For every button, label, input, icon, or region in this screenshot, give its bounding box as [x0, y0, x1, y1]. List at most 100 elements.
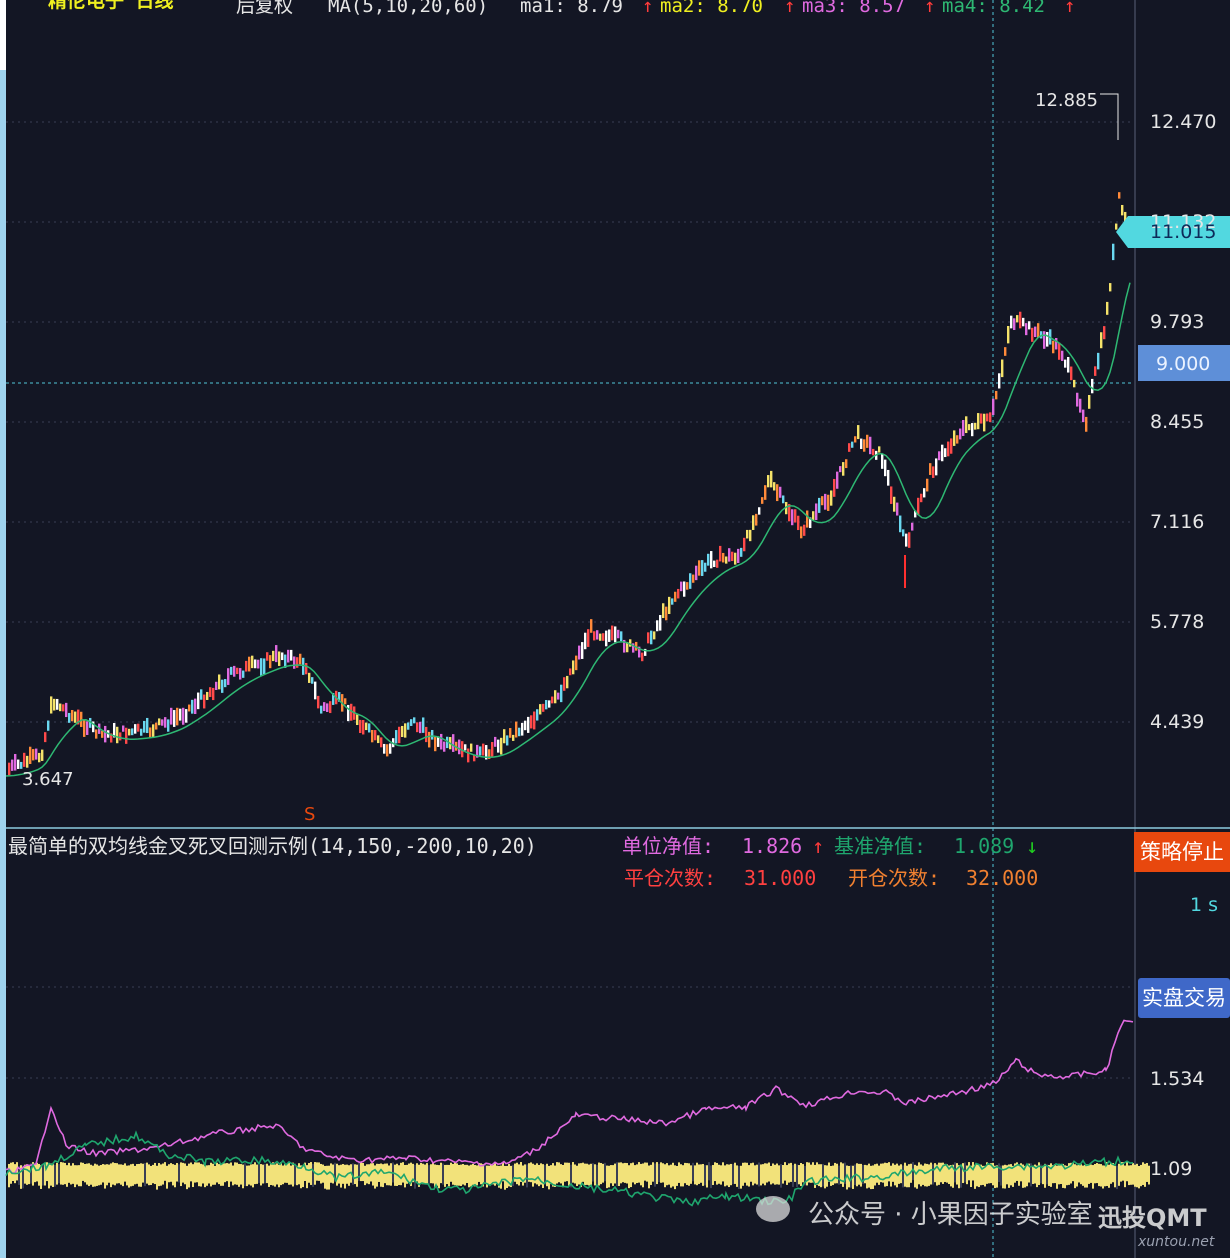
arrow-up-icon: ↑	[784, 0, 796, 17]
candle	[212, 687, 215, 701]
price-tick: 12.470	[1150, 111, 1217, 133]
band-segment	[222, 1162, 224, 1186]
band-segment	[438, 1165, 440, 1189]
candle	[425, 726, 428, 743]
kline-chart-canvas[interactable]	[0, 0, 1230, 1258]
low-price-label: 3.647	[22, 769, 74, 790]
ma-line	[5, 282, 1131, 777]
interval-label[interactable]: 1 s	[1190, 894, 1218, 916]
band-segment	[206, 1165, 208, 1186]
candle	[209, 687, 212, 697]
band-segment	[256, 1164, 258, 1184]
candle	[683, 581, 686, 597]
candle	[839, 466, 842, 473]
band-segment	[1094, 1163, 1096, 1184]
candle	[1064, 359, 1067, 368]
band-segment	[56, 1162, 58, 1185]
candle	[977, 413, 980, 430]
candle	[554, 690, 557, 704]
candle	[494, 736, 497, 747]
band-segment	[1074, 1164, 1076, 1189]
strategy-stop-button[interactable]: 策略停止	[1134, 832, 1230, 872]
band-segment	[618, 1162, 620, 1187]
band-segment	[638, 1162, 640, 1183]
candle	[698, 560, 701, 576]
candle	[305, 662, 308, 675]
band-segment	[68, 1162, 70, 1183]
band-segment	[294, 1163, 296, 1185]
candle	[389, 743, 392, 754]
candle	[167, 719, 170, 732]
band-segment	[154, 1162, 156, 1185]
band-segment	[180, 1162, 182, 1187]
candle	[566, 675, 569, 689]
band-segment	[1096, 1163, 1098, 1184]
candle	[932, 466, 935, 478]
candle	[368, 723, 371, 733]
candle	[191, 699, 194, 714]
candle	[407, 722, 410, 730]
band-segment	[590, 1163, 592, 1187]
band-segment	[796, 1164, 798, 1187]
band-segment	[566, 1162, 568, 1182]
candle	[512, 734, 515, 741]
candle	[800, 526, 803, 539]
band-segment	[394, 1164, 396, 1186]
band-segment	[692, 1162, 694, 1182]
live-trading-button[interactable]: 实盘交易	[1138, 978, 1230, 1018]
band-segment	[522, 1165, 524, 1186]
candle	[1025, 323, 1028, 336]
band-segment	[400, 1162, 402, 1186]
band-segment	[66, 1165, 68, 1187]
candle	[527, 716, 530, 733]
band-segment	[376, 1163, 378, 1187]
band-segment	[926, 1163, 928, 1187]
candle	[410, 719, 413, 726]
candle	[857, 425, 860, 440]
band-segment	[1058, 1163, 1060, 1185]
band-segment	[842, 1163, 844, 1187]
candle	[302, 657, 305, 675]
band-segment	[850, 1165, 852, 1188]
candle	[671, 598, 674, 605]
candle	[881, 453, 884, 469]
candle	[377, 735, 380, 744]
ma-params[interactable]: MA(5,10,20,60)	[328, 0, 488, 16]
candle	[599, 633, 602, 641]
band-segment	[1124, 1165, 1126, 1188]
band-segment	[588, 1164, 590, 1186]
band-segment	[672, 1162, 674, 1187]
band-segment	[94, 1163, 96, 1187]
candle	[701, 560, 704, 576]
band-segment	[354, 1164, 356, 1185]
band-segment	[554, 1165, 556, 1187]
strategy-title[interactable]: 最简单的双均线金叉死叉回测示例(14,150,-200,10,20)	[8, 836, 537, 856]
band-segment	[108, 1164, 110, 1183]
candle	[1067, 356, 1070, 373]
adjust-label[interactable]: 后复权	[236, 0, 293, 16]
band-segment	[100, 1164, 102, 1185]
candle	[140, 728, 143, 736]
candle	[29, 746, 32, 764]
candle	[704, 562, 707, 572]
band-segment	[142, 1163, 144, 1183]
candle	[587, 629, 590, 647]
high-price-label: 12.885	[1035, 90, 1098, 111]
candle	[227, 668, 230, 685]
band-segment	[886, 1163, 888, 1187]
arrow-up-icon: ↑	[642, 0, 654, 17]
ma2-value: ma2: 8.70	[660, 0, 763, 17]
band-segment	[1140, 1164, 1142, 1187]
band-segment	[968, 1162, 970, 1181]
candle	[662, 603, 665, 619]
band-segment	[8, 1163, 10, 1188]
band-segment	[768, 1162, 770, 1182]
band-segment	[1146, 1163, 1148, 1182]
band-segment	[664, 1164, 666, 1188]
candle	[1019, 311, 1022, 329]
band-segment	[382, 1164, 384, 1188]
candle	[1112, 243, 1115, 261]
band-segment	[170, 1163, 172, 1182]
candle	[1016, 315, 1019, 323]
candle	[56, 698, 59, 710]
